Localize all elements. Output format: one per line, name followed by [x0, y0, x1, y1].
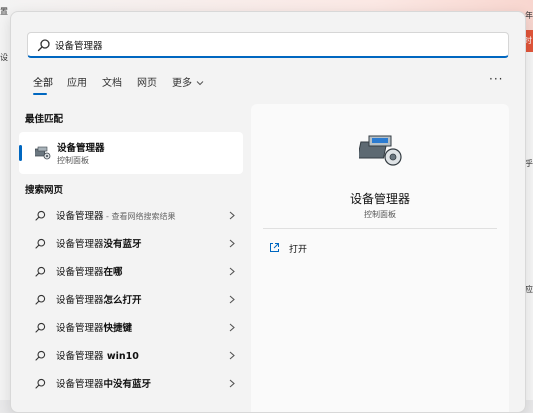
detail-app-category: 控制面板: [364, 210, 396, 219]
web-suggestion-text: 设备管理器中没有蓝牙: [56, 376, 151, 390]
search-icon: [35, 378, 46, 389]
suggestion-hint: - 查看网络搜索结果: [103, 212, 176, 221]
suggestion-completion: 怎么打开: [103, 295, 142, 306]
suggestion-query: 设备管理器: [56, 323, 104, 334]
web-suggestion-item[interactable]: 设备管理器在哪: [19, 258, 243, 284]
device-manager-icon: [359, 135, 402, 166]
suggestion-query: 设备管理器: [56, 379, 104, 390]
web-suggestion-item[interactable]: 设备管理器怎么打开: [19, 286, 243, 312]
chevron-right-icon: [229, 211, 235, 220]
web-suggestion-text: 设备管理器 win10: [56, 348, 139, 362]
web-suggestion-item[interactable]: 设备管理器 - 查看网络搜索结果: [19, 202, 243, 228]
background-text: 乎: [525, 159, 533, 168]
tab-active-indicator: [33, 93, 47, 95]
chevron-down-icon: [196, 81, 204, 86]
chevron-right-icon: [229, 239, 235, 248]
web-suggestion-text: 设备管理器 - 查看网络搜索结果: [56, 208, 176, 222]
selection-indicator: [19, 145, 22, 161]
device-manager-icon: [35, 146, 51, 160]
suggestion-completion: 没有蓝牙: [103, 239, 142, 250]
chevron-right-icon: [229, 323, 235, 332]
suggestion-query: 设备管理器: [56, 267, 104, 278]
search-icon: [35, 350, 46, 361]
suggestion-completion: 在哪: [103, 267, 123, 278]
suggestion-completion: 中没有蓝牙: [103, 379, 152, 390]
search-icon: [35, 322, 46, 333]
best-match-name: 设备管理器: [57, 143, 105, 154]
web-suggestion-text: 设备管理器在哪: [56, 264, 123, 278]
chevron-right-icon: [229, 267, 235, 276]
suggestion-query: 设备管理器: [56, 239, 104, 250]
web-suggestion-text: 设备管理器没有蓝牙: [56, 236, 142, 250]
divider: [263, 228, 497, 229]
detail-pane: 设备管理器 控制面板 打开: [251, 104, 509, 412]
chevron-right-icon: [229, 379, 235, 388]
tab-apps[interactable]: 应用: [67, 74, 87, 89]
tab-documents[interactable]: 文档: [102, 74, 122, 89]
detail-app-name: 设备管理器: [349, 192, 410, 206]
open-icon: [270, 243, 279, 252]
best-match-category: 控制面板: [57, 156, 89, 165]
chevron-right-icon: [229, 351, 235, 360]
chevron-right-icon: [229, 295, 235, 304]
best-match-title: 最佳匹配: [25, 114, 64, 125]
best-match-item[interactable]: 设备管理器 控制面板: [19, 132, 243, 174]
background-text: 应: [525, 285, 533, 294]
open-action[interactable]: 打开: [263, 238, 497, 260]
suggestion-completion: 快捷键: [103, 323, 133, 334]
tab-all[interactable]: 全部: [33, 74, 53, 89]
web-suggestion-text: 设备管理器快捷键: [56, 320, 132, 334]
background-text: 置: [0, 7, 8, 16]
tab-more-label: 更多: [172, 78, 192, 89]
suggestion-query: 设备管理器: [56, 351, 104, 362]
web-suggestion-item[interactable]: 设备管理器没有蓝牙: [19, 230, 243, 256]
search-box[interactable]: [27, 32, 509, 58]
search-icon: [35, 266, 46, 277]
web-suggestion-item[interactable]: 设备管理器中没有蓝牙: [19, 370, 243, 396]
search-icon: [35, 294, 46, 305]
search-icon: [35, 238, 46, 249]
tab-web[interactable]: 网页: [137, 74, 157, 89]
web-suggestion-item[interactable]: 设备管理器 win10: [19, 342, 243, 368]
search-icon: [35, 210, 46, 221]
suggestion-query: 设备管理器: [56, 295, 104, 306]
open-label: 打开: [289, 245, 308, 255]
search-panel: 全部 应用 文档 网页 更多 ··· 最佳匹配 设备管理器 控制面板 搜索网页 …: [10, 11, 526, 413]
search-icon: [37, 39, 50, 52]
web-search-title: 搜索网页: [25, 185, 64, 196]
web-suggestion-text: 设备管理器怎么打开: [56, 292, 142, 306]
suggestion-query: 设备管理器: [56, 211, 104, 222]
background-text: 设: [0, 53, 8, 62]
suggestion-completion: win10: [103, 351, 139, 362]
more-options-icon[interactable]: ···: [489, 72, 503, 86]
web-suggestion-item[interactable]: 设备管理器快捷键: [19, 314, 243, 340]
search-input[interactable]: [55, 37, 485, 53]
tab-more[interactable]: 更多: [172, 74, 204, 89]
background-text: 年: [525, 11, 533, 20]
